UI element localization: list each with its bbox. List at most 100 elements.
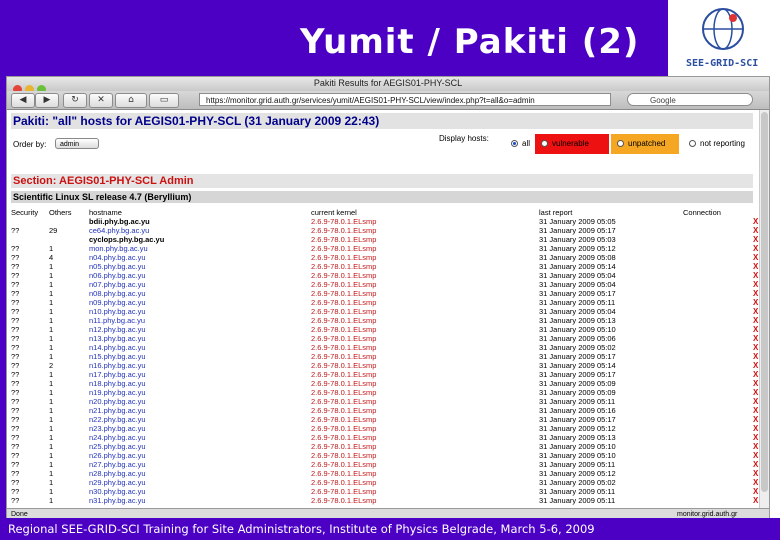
hostname-link[interactable]: n24.phy.bg.ac.yu [89, 433, 146, 442]
hostname-link[interactable]: n26.phy.bg.ac.yu [89, 451, 146, 460]
search-input[interactable]: Google [627, 93, 753, 106]
hostname-link[interactable]: n19.phy.bg.ac.yu [89, 388, 146, 397]
delete-host-icon[interactable]: X [753, 379, 758, 388]
radio-unpatched[interactable] [617, 140, 624, 148]
hostname-link[interactable]: n18.phy.bg.ac.yu [89, 379, 146, 388]
filter-unpatched[interactable]: unpatched [611, 134, 679, 154]
hostname-link[interactable]: n08.phy.bg.ac.yu [89, 289, 146, 298]
delete-host-icon[interactable]: X [753, 397, 758, 406]
delete-host-icon[interactable]: X [753, 253, 758, 262]
others-count: 1 [49, 334, 54, 343]
last-report-time: 31 January 2009 05:04 [539, 271, 616, 280]
delete-host-icon[interactable]: X [753, 262, 758, 271]
delete-host-icon[interactable]: X [753, 280, 758, 289]
hostname-link[interactable]: n04.phy.bg.ac.yu [89, 253, 146, 262]
delete-host-icon[interactable]: X [753, 442, 758, 451]
kernel-version: 2.6.9-78.0.1.ELsmp [311, 370, 377, 379]
hostname-link[interactable]: n31.phy.bg.ac.yu [89, 496, 146, 505]
vertical-scrollbar[interactable] [759, 110, 769, 508]
filter-not-reporting[interactable]: not reporting [683, 134, 757, 154]
radio-not-reporting[interactable] [689, 140, 696, 148]
delete-host-icon[interactable]: X [753, 244, 758, 253]
hostname-link[interactable]: n10.phy.bg.ac.yu [89, 307, 146, 316]
table-row: ?? 1 mon.phy.bg.ac.yu 2.6.9-78.0.1.ELsmp 31 … [7, 244, 759, 253]
delete-host-icon[interactable]: X [753, 343, 758, 352]
hostname-link[interactable]: n06.phy.bg.ac.yu [89, 271, 146, 280]
filter-vulnerable[interactable]: vulnerable [535, 134, 609, 154]
slide-header: Yumit / Pakiti (2) [0, 0, 668, 78]
delete-host-icon[interactable]: X [753, 307, 758, 316]
delete-host-icon[interactable]: X [753, 271, 758, 280]
hostname-link[interactable]: n09.phy.bg.ac.yu [89, 298, 146, 307]
delete-host-icon[interactable]: X [753, 370, 758, 379]
delete-host-icon[interactable]: X [753, 496, 758, 505]
hostname-link[interactable]: n16.phy.bg.ac.yu [89, 361, 146, 370]
hostname-link[interactable]: n07.phy.bg.ac.yu [89, 280, 146, 289]
hostname-link: cyclops.phy.bg.ac.yu [89, 235, 165, 244]
delete-host-icon[interactable]: X [753, 325, 758, 334]
delete-host-icon[interactable]: X [753, 235, 758, 244]
others-count: 1 [49, 307, 54, 316]
delete-host-icon[interactable]: X [753, 451, 758, 460]
table-row: ?? 1 n07.phy.bg.ac.yu 2.6.9-78.0.1.ELsmp 31 … [7, 280, 759, 289]
delete-host-icon[interactable]: X [753, 415, 758, 424]
hostname-link[interactable]: n14.phy.bg.ac.yu [89, 343, 146, 352]
security-count: ?? [11, 379, 20, 388]
others-count: 1 [49, 289, 54, 298]
url-input[interactable]: https://monitor.grid.auth.gr/services/yu… [199, 93, 611, 106]
kernel-version: 2.6.9-78.0.1.ELsmp [311, 379, 377, 388]
hostname-link[interactable]: n22.phy.bg.ac.yu [89, 415, 146, 424]
hostname-link[interactable]: n21.phy.bg.ac.yu [89, 406, 146, 415]
bookmark-button[interactable]: ▭ [149, 93, 179, 108]
filter-all[interactable]: all [505, 134, 535, 154]
delete-host-icon[interactable]: X [753, 388, 758, 397]
delete-host-icon[interactable]: X [753, 361, 758, 370]
delete-host-icon[interactable]: X [753, 406, 758, 415]
reload-button[interactable]: ↻ [63, 93, 87, 108]
kernel-version: 2.6.9-78.0.1.ELsmp [311, 352, 377, 361]
security-count: ?? [11, 442, 20, 451]
hostname-link[interactable]: n15.phy.bg.ac.yu [89, 352, 146, 361]
hostname-link[interactable]: n30.phy.bg.ac.yu [89, 487, 146, 496]
table-row: ?? 1 n10.phy.bg.ac.yu 2.6.9-78.0.1.ELsmp 31 … [7, 307, 759, 316]
delete-host-icon[interactable]: X [753, 478, 758, 487]
home-button[interactable]: ⌂ [115, 93, 147, 108]
hostname-link[interactable]: n13.phy.bg.ac.yu [89, 334, 146, 343]
delete-host-icon[interactable]: X [753, 352, 758, 361]
hostname-link[interactable]: n28.phy.bg.ac.yu [89, 469, 146, 478]
delete-host-icon[interactable]: X [753, 460, 758, 469]
delete-host-icon[interactable]: X [753, 433, 758, 442]
forward-button[interactable]: ▶ [35, 93, 59, 108]
table-row: cyclops.phy.bg.ac.yu 2.6.9-78.0.1.ELsmp 31… [7, 235, 759, 244]
hostname-link[interactable]: n12.phy.bg.ac.yu [89, 325, 146, 334]
delete-host-icon[interactable]: X [753, 217, 758, 226]
hostname-link[interactable]: n11.phy.bg.ac.yu [89, 316, 145, 325]
delete-host-icon[interactable]: X [753, 469, 758, 478]
hostname-link[interactable]: n25.phy.bg.ac.yu [89, 442, 146, 451]
delete-host-icon[interactable]: X [753, 289, 758, 298]
delete-host-icon[interactable]: X [753, 424, 758, 433]
hostname-link[interactable]: n20.phy.bg.ac.yu [89, 397, 146, 406]
hostname-link[interactable]: n29.phy.bg.ac.yu [89, 478, 146, 487]
browser-toolbar: ◀ ▶ ↻ ✕ ⌂ ▭ https://monitor.grid.auth.gr… [7, 91, 769, 110]
stop-button[interactable]: ✕ [89, 93, 113, 108]
radio-vulnerable[interactable] [541, 140, 548, 148]
back-button[interactable]: ◀ [11, 93, 35, 108]
hostname-link[interactable]: n17.phy.bg.ac.yu [89, 370, 146, 379]
delete-host-icon[interactable]: X [753, 226, 758, 235]
table-row: ?? 1 n31.phy.bg.ac.yu 2.6.9-78.0.1.ELsmp 31 … [7, 496, 759, 505]
delete-host-icon[interactable]: X [753, 334, 758, 343]
scrollbar-thumb[interactable] [761, 112, 768, 492]
hostname-link[interactable]: mon.phy.bg.ac.yu [89, 244, 148, 253]
hostname-link[interactable]: n23.phy.bg.ac.yu [89, 424, 146, 433]
delete-host-icon[interactable]: X [753, 316, 758, 325]
order-by-select[interactable]: admin [55, 138, 99, 149]
delete-host-icon[interactable]: X [753, 298, 758, 307]
hostname-link[interactable]: n05.phy.bg.ac.yu [89, 262, 146, 271]
delete-host-icon[interactable]: X [753, 487, 758, 496]
hostname-link[interactable]: n27.phy.bg.ac.yu [89, 460, 146, 469]
table-header: Security Others hostname current kernel … [7, 208, 759, 217]
hostname-link[interactable]: ce64.phy.bg.ac.yu [89, 226, 149, 235]
hostname-link: bdii.phy.bg.ac.yu [89, 217, 150, 226]
radio-all[interactable] [511, 140, 518, 148]
